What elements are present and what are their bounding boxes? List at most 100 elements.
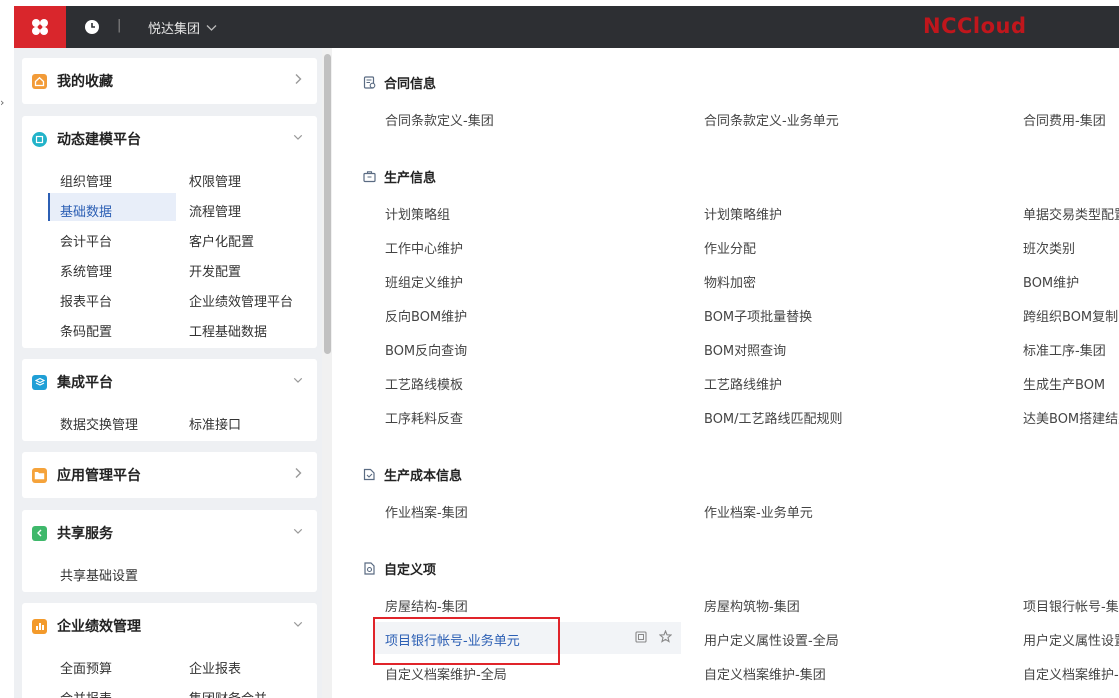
row-actions — [635, 630, 672, 643]
menu-item[interactable]: 合同条款定义-集团 — [385, 110, 494, 129]
menu-item[interactable]: 班组定义维护 — [385, 272, 463, 291]
menu-item[interactable]: 自定义档案维护-集团 — [704, 664, 826, 683]
sidebar-item[interactable]: 标准接口 — [189, 414, 241, 433]
sidebar-item[interactable]: 权限管理 — [189, 171, 241, 190]
menu-item[interactable]: 计划策略组 — [385, 204, 450, 223]
menu-item[interactable]: BOM反向查询 — [385, 340, 467, 359]
menu-item[interactable]: 作业档案-集团 — [385, 502, 468, 521]
sidebar-scrollbar[interactable] — [322, 48, 332, 698]
card-title: 集成平台 — [57, 375, 113, 391]
sidebar-item[interactable]: 流程管理 — [189, 201, 241, 220]
sidebar-card-performance: 企业绩效管理 全面预算 企业报表 合并报表 集团财务合并 — [22, 603, 317, 698]
menu-item[interactable]: 用户定义属性设置-全局 — [704, 630, 839, 649]
menu-item[interactable]: 生成生产BOM — [1023, 374, 1105, 393]
clover-logo-icon — [32, 19, 48, 35]
app-logo[interactable] — [14, 6, 66, 48]
menu-item[interactable]: 工作中心维护 — [385, 238, 463, 257]
sidebar-item[interactable]: 企业报表 — [189, 658, 241, 677]
menu-item[interactable]: BOM子项批量替换 — [704, 306, 812, 325]
chevron-down-icon[interactable] — [293, 618, 303, 630]
header-separator: | — [117, 18, 122, 33]
document-icon — [363, 76, 376, 89]
left-edge — [0, 48, 14, 698]
menu-item[interactable]: 房屋结构-集团 — [385, 596, 468, 615]
sidebar: 我的收藏 动态建模平台 组织管理 权限管理 基础数据 流程管理 会计平台 客户化… — [14, 48, 332, 698]
menu-item[interactable]: 工序耗料反查 — [385, 408, 463, 427]
card-header[interactable]: 共享服务 — [22, 510, 317, 556]
briefcase-icon — [363, 171, 376, 183]
section-title-custom: 自定义项 — [363, 559, 436, 578]
layers-icon — [32, 374, 47, 390]
sidebar-item[interactable]: 开发配置 — [189, 261, 241, 280]
sidebar-item[interactable]: 会计平台 — [60, 231, 112, 250]
cube-icon — [32, 131, 47, 147]
card-header[interactable]: 动态建模平台 — [22, 116, 317, 162]
menu-item[interactable]: BOM/工艺路线匹配规则 — [704, 408, 843, 427]
menu-item[interactable]: 自定义档案维护-全局 — [385, 664, 507, 683]
star-icon[interactable] — [659, 630, 672, 643]
sidebar-item[interactable]: 全面预算 — [60, 658, 112, 677]
share-icon — [32, 525, 47, 541]
chevron-down-icon[interactable] — [293, 525, 303, 537]
sidebar-item[interactable]: 工程基础数据 — [189, 321, 267, 340]
card-header[interactable]: 企业绩效管理 — [22, 603, 317, 649]
sidebar-item[interactable]: 共享基础设置 — [60, 565, 138, 584]
collapse-caret-icon[interactable]: › — [0, 96, 4, 109]
section-title-production: 生产信息 — [363, 167, 436, 186]
sidebar-card-dynamic-platform: 动态建模平台 组织管理 权限管理 基础数据 流程管理 会计平台 客户化配置 系统… — [22, 116, 317, 348]
sidebar-item[interactable]: 数据交换管理 — [60, 414, 138, 433]
sidebar-card-integration: 集成平台 数据交换管理 标准接口 — [22, 359, 317, 441]
menu-item[interactable]: BOM对照查询 — [704, 340, 786, 359]
sidebar-item[interactable]: 组织管理 — [60, 171, 112, 190]
menu-item[interactable]: 作业分配 — [704, 238, 756, 257]
chevron-down-icon[interactable] — [293, 374, 303, 386]
chevron-down-icon[interactable] — [293, 131, 303, 143]
menu-item[interactable]: BOM维护 — [1023, 272, 1079, 291]
sidebar-item[interactable]: 系统管理 — [60, 261, 112, 280]
menu-item[interactable]: 项目银行帐号-集团 — [1023, 596, 1119, 615]
menu-item[interactable]: 单据交易类型配置 — [1023, 204, 1119, 223]
menu-item[interactable]: 用户定义属性设置 — [1023, 630, 1119, 649]
chevron-right-icon[interactable] — [293, 467, 303, 479]
menu-item[interactable]: 反向BOM维护 — [385, 306, 467, 325]
menu-item[interactable]: 作业档案-业务单元 — [704, 502, 813, 521]
card-title: 应用管理平台 — [57, 468, 141, 484]
menu-item[interactable]: 计划策略维护 — [704, 204, 782, 223]
sidebar-item[interactable]: 报表平台 — [60, 291, 112, 310]
card-title: 企业绩效管理 — [57, 619, 141, 635]
red-highlight-box — [373, 617, 560, 665]
menu-item[interactable]: 合同费用-集团 — [1023, 110, 1106, 129]
menu-item[interactable]: 标准工序-集团 — [1023, 340, 1106, 359]
house-icon — [32, 73, 47, 89]
open-window-icon[interactable] — [635, 630, 647, 643]
menu-item[interactable]: 合同条款定义-业务单元 — [704, 110, 839, 129]
menu-item[interactable]: 班次类别 — [1023, 238, 1075, 257]
card-title: 我的收藏 — [57, 74, 113, 90]
sidebar-item[interactable]: 企业绩效管理平台 — [189, 291, 293, 310]
card-header[interactable]: 集成平台 — [22, 359, 317, 405]
sidebar-item[interactable]: 条码配置 — [60, 321, 112, 340]
sidebar-item[interactable]: 合并报表 — [60, 688, 112, 698]
bar-chart-icon — [32, 618, 47, 634]
sidebar-item-active[interactable]: 基础数据 — [60, 201, 112, 220]
card-title: 共享服务 — [57, 526, 113, 542]
menu-item[interactable]: 达美BOM搭建结果 — [1023, 408, 1119, 427]
file-settings-icon — [364, 562, 375, 575]
sidebar-item[interactable]: 客户化配置 — [189, 231, 254, 250]
chevron-right-icon[interactable] — [293, 73, 303, 85]
sidebar-item[interactable]: 集团财务合并 — [189, 688, 267, 698]
sidebar-card-favorites[interactable]: 我的收藏 — [22, 58, 317, 104]
menu-item[interactable]: 工艺路线维护 — [704, 374, 782, 393]
menu-item[interactable]: 跨组织BOM复制 — [1023, 306, 1118, 325]
clock-icon[interactable] — [84, 19, 100, 35]
sidebar-card-app-mgmt[interactable]: 应用管理平台 — [22, 452, 317, 498]
folder-doc-icon — [363, 468, 375, 481]
menu-item[interactable]: 自定义档案维护-业务单元 — [1023, 664, 1119, 683]
org-selector[interactable]: 悦达集团 — [148, 18, 217, 37]
menu-item[interactable]: 物料加密 — [704, 272, 756, 291]
scrollbar-thumb[interactable] — [324, 54, 331, 354]
menu-item[interactable]: 房屋构筑物-集团 — [704, 596, 800, 615]
menu-item[interactable]: 工艺路线模板 — [385, 374, 463, 393]
chevron-down-icon — [206, 24, 217, 31]
main-content: 合同信息 合同条款定义-集团 合同条款定义-业务单元 合同费用-集团 生产信息 … — [332, 48, 1119, 698]
